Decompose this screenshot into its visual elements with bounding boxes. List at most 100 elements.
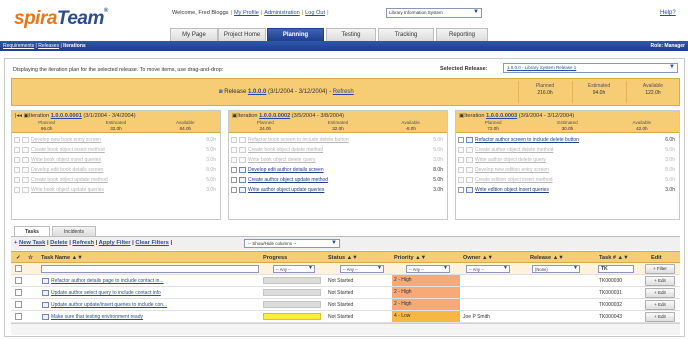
table-row[interactable]: Update author update/insert queries to i… — [11, 299, 680, 311]
nav-requirements[interactable]: Requirements — [3, 43, 34, 49]
row-checkbox[interactable] — [15, 277, 22, 284]
logout-link[interactable]: Log Out — [305, 10, 325, 16]
release-refresh-link[interactable]: Refresh — [333, 89, 354, 95]
task-name-cell[interactable]: Make sure that testing environment ready — [42, 312, 260, 322]
iteration-box-3[interactable]: ▣Iteration 1.0.0.0.0003 (3/9/2004 - 3/12… — [455, 110, 680, 220]
iteration-version-link[interactable]: 1.0.0.0.0001 — [51, 113, 82, 119]
refresh-link[interactable]: Refresh — [72, 240, 94, 246]
tab-testing[interactable]: Testing — [326, 28, 376, 41]
requirement-row[interactable]: Write author object update queries 3.0h — [231, 186, 445, 195]
filter-checkbox[interactable] — [15, 265, 22, 272]
tab-tasks[interactable]: Tasks — [14, 226, 50, 236]
task-number-cell: TK000043 — [599, 314, 623, 320]
project-select[interactable]: Library Information System ▼ — [386, 8, 482, 18]
status-cell: Not Started — [328, 302, 354, 308]
task-icon — [42, 301, 49, 308]
requirement-row[interactable]: Refactor book screen to include delete b… — [231, 136, 445, 145]
requirement-row[interactable]: Refactor author screen to include delete… — [458, 136, 677, 145]
iteration-header: ▣Iteration 1.0.0.0.0003 (3/9/2004 - 3/12… — [456, 111, 679, 133]
status-cell: Not Started — [328, 278, 354, 284]
collapse-icon[interactable]: |◂◂ — [15, 113, 22, 119]
edit-button[interactable]: + Edit — [645, 288, 675, 298]
task-name-filter[interactable] — [41, 265, 259, 273]
filter-button[interactable]: + Filter — [645, 264, 675, 274]
release-version-link[interactable]: 1.0.0.0 — [248, 89, 266, 95]
iteration-version-link[interactable]: 1.0.0.0.0002 — [259, 113, 290, 119]
table-row[interactable]: Refactor author details page to include … — [11, 275, 680, 287]
table-footer — [11, 323, 680, 335]
edit-button[interactable]: + Edit — [645, 276, 675, 286]
delete-link[interactable]: Delete — [50, 240, 67, 246]
iteration-header: ▣Iteration 1.0.0.0.0002 (3/5/2004 - 3/8/… — [229, 111, 447, 133]
administration-link[interactable]: Administration — [264, 10, 299, 16]
edit-button[interactable]: + Edit — [645, 312, 675, 322]
apply-filter-link[interactable]: Apply Filter — [99, 240, 131, 246]
task-name-cell[interactable]: Refactor author details page to include … — [42, 276, 260, 286]
release-available: Available 122.0h — [642, 83, 664, 96]
show-hide-columns-select[interactable]: -- Show/Hide columns -- ▼ — [244, 239, 340, 248]
col-priority[interactable]: Priority ▲▼ — [394, 255, 426, 261]
progress-bar — [263, 301, 321, 308]
table-row[interactable]: Update author select query to include co… — [11, 287, 680, 299]
requirement-row[interactable]: Write edition object insert queries 3.0h — [458, 186, 677, 195]
tab-incidents[interactable]: Incidents — [52, 226, 96, 236]
edit-button[interactable]: + Edit — [645, 300, 675, 310]
requirement-row[interactable]: Develop edit author details screen 8.0h — [231, 166, 445, 175]
requirement-row[interactable]: Develop new book entry screen 8.0h — [14, 136, 218, 145]
priority-filter[interactable]: -- Any -- ▼ — [406, 265, 450, 273]
requirement-row[interactable]: Create book object insert method 5.0h — [14, 146, 218, 155]
requirement-row[interactable]: Create author object delete method 5.0h — [458, 146, 677, 155]
requirement-row[interactable]: Write book object delete query 3.0h — [231, 156, 445, 165]
requirement-row[interactable]: Create edition object insert method 5.0h — [458, 176, 677, 185]
task-name-cell[interactable]: Update author select query to include co… — [42, 288, 260, 298]
table-row[interactable]: Make sure that testing environment ready… — [11, 311, 680, 323]
priority-cell: 2 - High — [392, 299, 460, 310]
row-checkbox[interactable] — [15, 289, 22, 296]
status-filter[interactable]: -- Any -- ▼ — [340, 265, 384, 273]
task-table-header: ✓ ☆ Task Name ▲▼ Progress Status ▲▼ Prio… — [11, 251, 680, 263]
requirement-row[interactable]: Write book object update queries 3.0h — [14, 186, 218, 195]
requirement-icon — [239, 146, 246, 153]
tab-reporting[interactable]: Reporting — [436, 28, 488, 41]
chevron-down-icon: ▼ — [473, 9, 479, 15]
row-checkbox[interactable] — [15, 301, 22, 308]
clear-filters-link[interactable]: Clear Filters — [135, 240, 169, 246]
task-number-cell: TK000031 — [599, 290, 623, 296]
progress-filter[interactable]: -- Any -- ▼ — [273, 265, 315, 273]
task-number-filter[interactable]: TK — [598, 265, 634, 273]
chevron-down-icon: ▼ — [669, 64, 675, 70]
star-header: ☆ — [28, 255, 34, 261]
requirement-row[interactable]: Develop new edition entry screen 8.0h — [458, 166, 677, 175]
tab-planning[interactable]: Planning — [267, 28, 324, 41]
task-name-cell[interactable]: Update author update/insert queries to i… — [42, 300, 260, 310]
iteration-box-2[interactable]: ▣Iteration 1.0.0.0.0002 (3/5/2004 - 3/8/… — [228, 110, 448, 220]
help-link[interactable]: Help? — [660, 10, 676, 16]
requirement-row[interactable]: Develop edit book details screen 8.0h — [14, 166, 218, 175]
release-filter[interactable]: (None) ▼ — [532, 265, 580, 273]
tab-tracking[interactable]: Tracking — [378, 28, 434, 41]
iteration-box-1[interactable]: |◂◂ ▣Iteration 1.0.0.0.0001 (3/1/2004 - … — [11, 110, 221, 220]
col-owner[interactable]: Owner ▲▼ — [463, 255, 493, 261]
requirement-icon — [239, 176, 246, 183]
requirement-row[interactable]: Create book object update method 5.0h — [14, 176, 218, 185]
col-status[interactable]: Status ▲▼ — [328, 255, 358, 261]
row-checkbox[interactable] — [15, 313, 22, 320]
col-release[interactable]: Release ▲▼ — [530, 255, 564, 261]
requirement-row[interactable]: Create book object delete method 5.0h — [231, 146, 445, 155]
col-task-number[interactable]: Task # ▲▼ — [599, 255, 629, 261]
requirement-row[interactable]: Write book object insert queries 3.0h — [14, 156, 218, 165]
nav-releases[interactable]: Releases — [38, 43, 59, 49]
my-profile-link[interactable]: My Profile — [234, 10, 259, 16]
tab-project-home[interactable]: Project Home — [218, 28, 266, 41]
iteration-version-link[interactable]: 1.0.0.0.0003 — [486, 113, 517, 119]
select-all-header[interactable]: ✓ — [16, 255, 21, 261]
selected-release-select[interactable]: 1.0.0.0 - Library System Release 1 ▼ — [503, 63, 678, 73]
col-task-name[interactable]: Task Name ▲▼ — [41, 255, 83, 261]
nav-iterations[interactable]: Iterations — [63, 43, 86, 49]
new-task-link[interactable]: New Task — [19, 240, 45, 246]
requirement-row[interactable]: Write author object delete query 3.0h — [458, 156, 677, 165]
task-number-cell: TK000030 — [599, 278, 623, 284]
owner-filter[interactable]: -- Any -- ▼ — [466, 265, 510, 273]
tab-my-page[interactable]: My Page — [170, 28, 218, 41]
requirement-row[interactable]: Create author object update method 5.0h — [231, 176, 445, 185]
